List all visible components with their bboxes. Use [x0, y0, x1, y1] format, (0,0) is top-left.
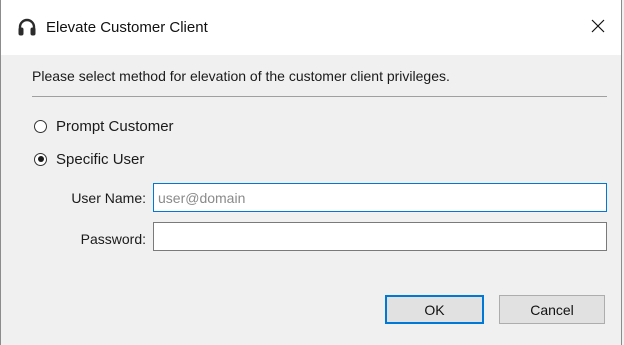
dialog-window: Elevate Customer Client Please select me…	[0, 0, 622, 345]
close-icon	[591, 19, 605, 36]
username-label: User Name:	[71, 190, 146, 206]
ok-button[interactable]: OK	[385, 295, 484, 324]
password-label: Password:	[80, 231, 146, 247]
radio-label: Prompt Customer	[56, 117, 174, 135]
radio-button[interactable]	[34, 119, 47, 133]
radio-label: Specific User	[56, 150, 145, 168]
divider	[32, 96, 607, 97]
headset-icon	[17, 18, 37, 38]
close-button[interactable]	[575, 0, 621, 55]
radio-specific-user[interactable]: Specific User	[34, 149, 144, 169]
username-field[interactable]	[153, 183, 607, 212]
title-bar: Elevate Customer Client	[1, 0, 621, 55]
password-field[interactable]	[153, 222, 607, 251]
radio-button[interactable]	[34, 152, 47, 166]
window-title: Elevate Customer Client	[46, 19, 208, 36]
instruction-text: Please select method for elevation of th…	[32, 68, 450, 84]
radio-prompt-customer[interactable]: Prompt Customer	[34, 116, 174, 136]
cancel-button[interactable]: Cancel	[499, 295, 605, 324]
